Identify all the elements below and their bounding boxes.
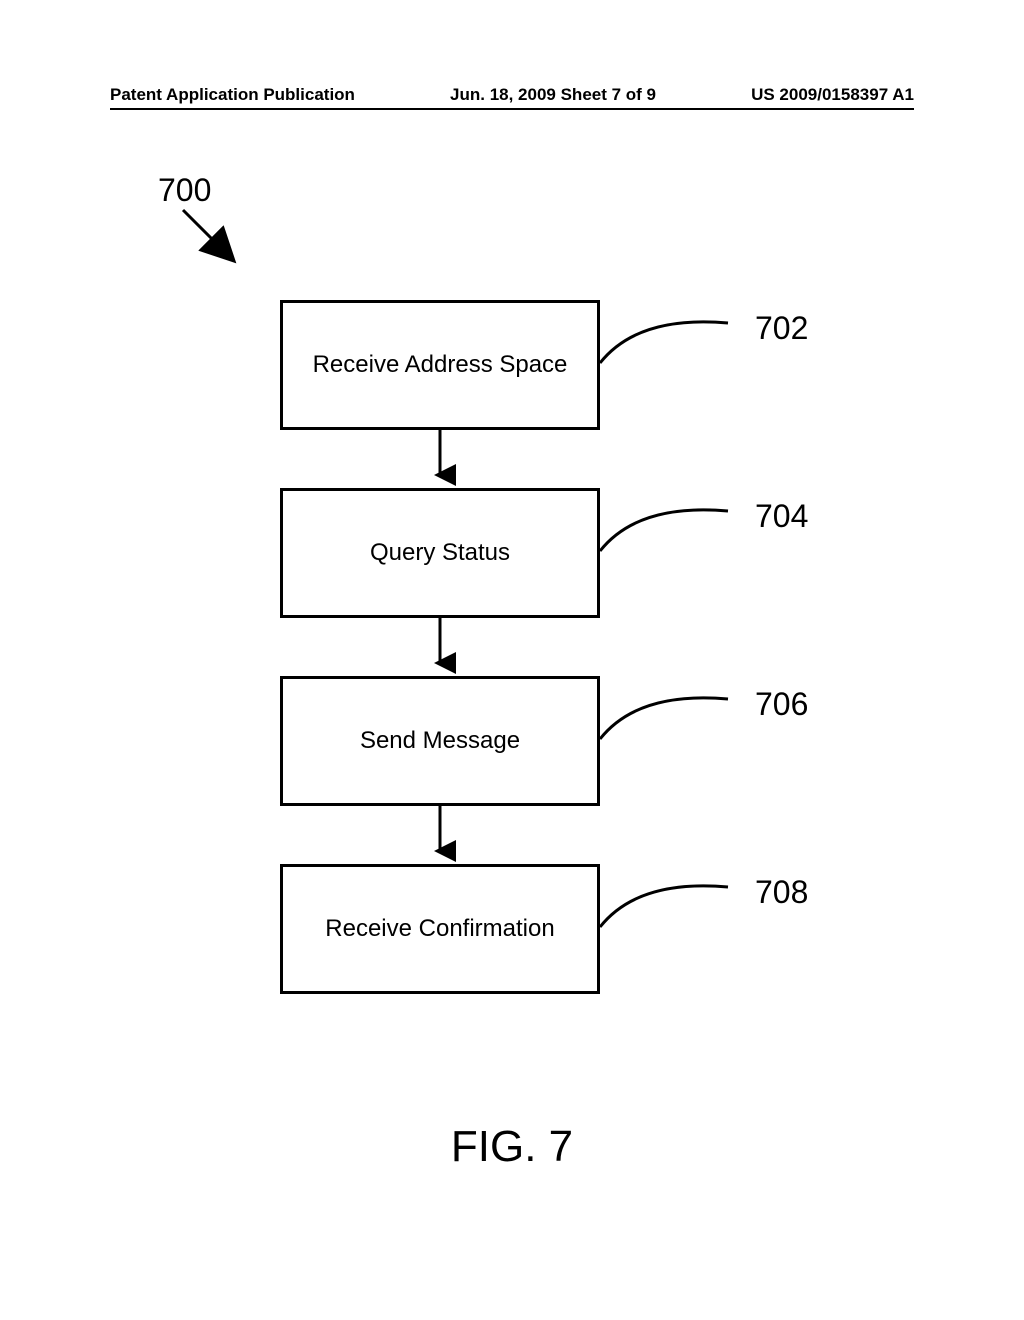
step-box-receive-confirmation: Receive Confirmation xyxy=(280,864,600,994)
figure-ref-arrow-icon xyxy=(175,200,255,280)
header-pub-number: US 2009/0158397 A1 xyxy=(751,85,914,105)
step-label: Receive Address Space xyxy=(313,351,568,379)
leader-line xyxy=(598,869,778,929)
step-number: 706 xyxy=(755,686,808,723)
step-label: Query Status xyxy=(370,539,510,567)
step-box-send-message: Send Message xyxy=(280,676,600,806)
flow-arrow-icon xyxy=(424,618,456,678)
page-header: Patent Application Publication Jun. 18, … xyxy=(110,85,914,105)
step-box-receive-address-space: Receive Address Space xyxy=(280,300,600,430)
header-publication: Patent Application Publication xyxy=(110,85,355,105)
step-number: 708 xyxy=(755,874,808,911)
step-box-query-status: Query Status xyxy=(280,488,600,618)
header-rule xyxy=(110,108,914,110)
leader-line xyxy=(598,493,778,553)
header-date-sheet: Jun. 18, 2009 Sheet 7 of 9 xyxy=(450,85,656,105)
leader-line xyxy=(598,681,778,741)
step-number: 704 xyxy=(755,498,808,535)
step-number: 702 xyxy=(755,310,808,347)
figure-caption: FIG. 7 xyxy=(0,1122,1024,1172)
leader-line xyxy=(598,305,778,365)
step-label: Send Message xyxy=(360,727,520,755)
flow-arrow-icon xyxy=(424,806,456,866)
flow-arrow-icon xyxy=(424,430,456,490)
step-label: Receive Confirmation xyxy=(325,915,554,943)
